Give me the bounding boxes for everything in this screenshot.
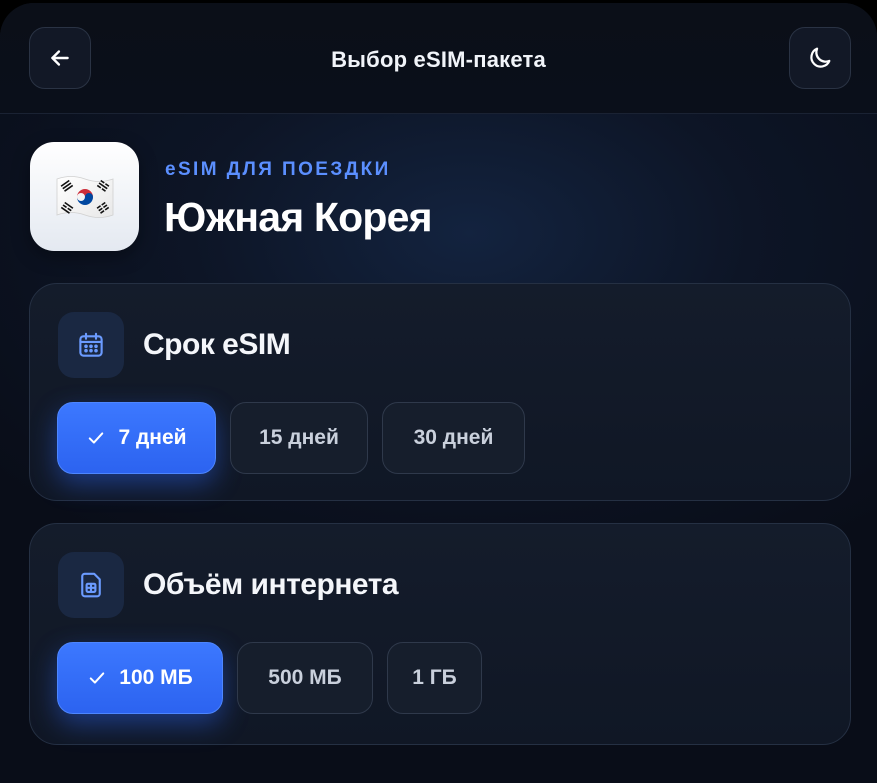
duration-option-label: 15 дней xyxy=(259,426,339,449)
south-korea-flag-icon xyxy=(54,173,116,221)
data-option-label: 1 ГБ xyxy=(412,666,457,689)
data-volume-icon-tile xyxy=(58,552,124,618)
data-option-label: 100 МБ xyxy=(119,666,193,689)
trip-esim-label: eSIM ДЛЯ ПОЕЗДКИ xyxy=(165,159,391,180)
duration-options: 7 дней 15 дней 30 дней xyxy=(57,402,525,474)
data-option-100-mb[interactable]: 100 МБ xyxy=(57,642,223,714)
top-bar: Выбор eSIM-пакета xyxy=(0,3,877,114)
data-volume-title: Объём интернета xyxy=(143,568,399,601)
duration-option-7-days[interactable]: 7 дней xyxy=(57,402,216,474)
calendar-icon xyxy=(76,330,106,360)
duration-option-15-days[interactable]: 15 дней xyxy=(230,402,368,474)
country-name: Южная Корея xyxy=(164,194,433,240)
checkmark-icon xyxy=(86,428,106,448)
destination-header: eSIM ДЛЯ ПОЕЗДКИ Южная Корея xyxy=(30,142,850,254)
duration-icon-tile xyxy=(58,312,124,378)
sim-card-icon xyxy=(76,570,106,600)
app-screen: Выбор eSIM-пакета eSIM ДЛЯ ПОЕЗДКИ Южная… xyxy=(0,3,877,783)
data-option-1-gb[interactable]: 1 ГБ xyxy=(387,642,482,714)
page-title: Выбор eSIM-пакета xyxy=(331,47,546,72)
data-volume-card: Объём интернета 100 МБ 500 МБ 1 ГБ xyxy=(29,523,851,745)
duration-option-label: 7 дней xyxy=(118,426,187,449)
theme-toggle-button[interactable] xyxy=(789,27,851,89)
duration-option-30-days[interactable]: 30 дней xyxy=(382,402,525,474)
duration-card: Срок eSIM 7 дней 15 дней 30 дней xyxy=(29,283,851,501)
data-option-label: 500 МБ xyxy=(268,666,342,689)
data-volume-options: 100 МБ 500 МБ 1 ГБ xyxy=(57,642,482,714)
data-option-500-mb[interactable]: 500 МБ xyxy=(237,642,373,714)
checkmark-icon xyxy=(87,668,107,688)
moon-icon xyxy=(806,44,834,72)
duration-title: Срок eSIM xyxy=(143,328,291,361)
flag-tile xyxy=(30,142,139,251)
duration-option-label: 30 дней xyxy=(413,426,494,449)
